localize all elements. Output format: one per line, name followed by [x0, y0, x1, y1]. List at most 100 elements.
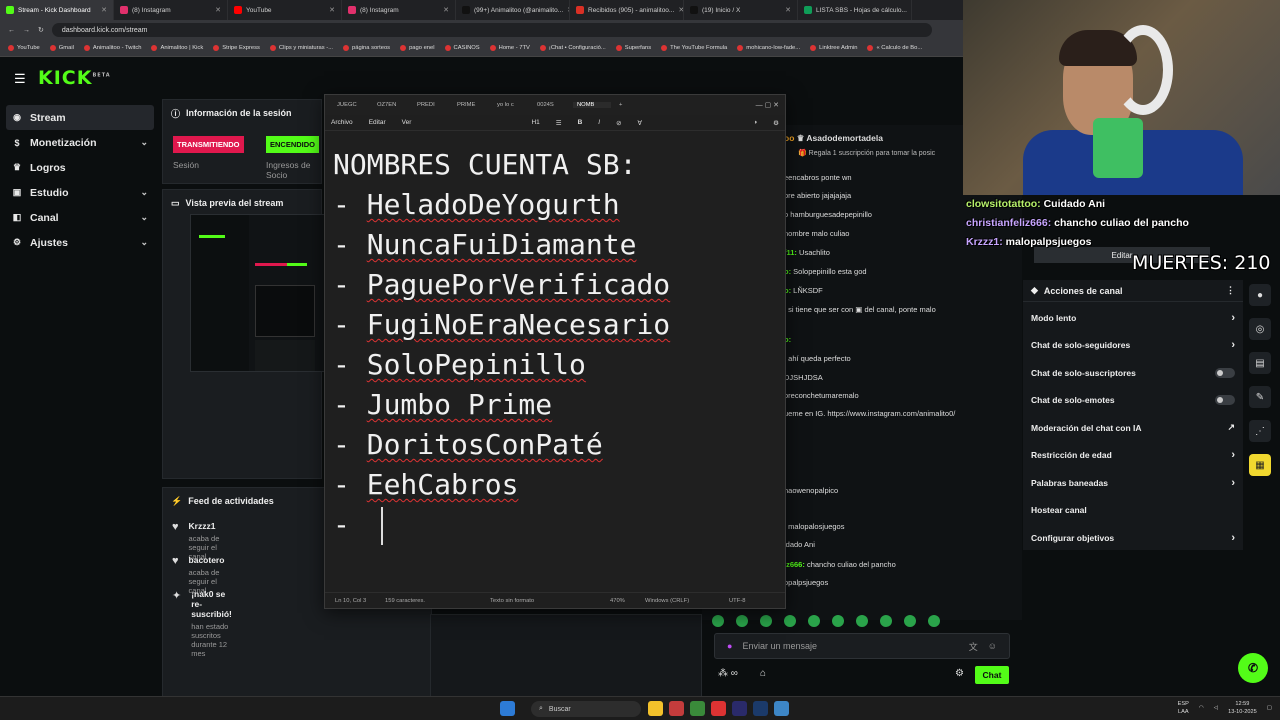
chat-extras-icon[interactable]: ⁂ ∞	[718, 668, 738, 679]
premiere-icon[interactable]	[732, 701, 747, 716]
bookmark-item[interactable]: Home - 7TV	[489, 45, 530, 51]
back-icon[interactable]: ←	[8, 27, 15, 34]
chat-username[interactable]: iz666:	[784, 560, 805, 569]
menu-ver[interactable]: Ver	[402, 119, 412, 126]
volume-icon[interactable]: ◁	[1214, 704, 1218, 712]
translate-icon[interactable]: 文	[969, 640, 978, 653]
chrome-icon[interactable]	[690, 701, 705, 716]
chevron-down-icon[interactable]: ⌄	[140, 237, 148, 248]
store-icon[interactable]: ⌂	[760, 668, 766, 679]
menu-editar[interactable]: Editar	[369, 119, 386, 126]
bookmark-item[interactable]: Gmail	[49, 45, 74, 51]
notepad-tab[interactable]: 0024S	[533, 102, 571, 108]
channel-action-row[interactable]: Moderación del chat con IA ↗	[1023, 414, 1243, 442]
chat-settings-icon[interactable]: ⚙	[955, 668, 964, 679]
bookmark-item[interactable]: Stripe Express	[213, 45, 260, 51]
bookmark-item[interactable]: Animalitoo - Twitch	[83, 45, 141, 51]
emote-icon[interactable]	[784, 615, 796, 627]
clapper-icon[interactable]: ▦	[1249, 454, 1271, 476]
external-link-icon[interactable]: ↗	[1227, 422, 1235, 433]
start-icon[interactable]	[500, 701, 515, 716]
taskbar-search[interactable]: ⌕ Buscar	[531, 701, 641, 717]
chevron-down-icon[interactable]: ⌄	[140, 137, 148, 148]
browser-tab[interactable]: (8) Instagram ✕	[342, 0, 456, 20]
channel-action-row[interactable]: Modo lento ›	[1023, 304, 1243, 332]
close-icon[interactable]: ✕	[101, 6, 107, 14]
close-icon[interactable]: ✕	[443, 6, 449, 14]
close-icon[interactable]: ✕	[785, 6, 791, 14]
bookmark-item[interactable]: YouTube	[8, 45, 40, 51]
close-icon[interactable]: ✕	[215, 6, 221, 14]
mic-icon[interactable]: ●	[727, 641, 732, 651]
channel-action-row[interactable]: Chat de solo-suscriptores	[1023, 359, 1243, 387]
close-icon[interactable]: ✕	[911, 6, 912, 14]
emoji-icon[interactable]: ☺	[988, 641, 997, 651]
forward-icon[interactable]: →	[23, 27, 30, 34]
notepad-tab[interactable]: PRIME	[453, 102, 491, 108]
chat-top-gifter[interactable]: oo ♛ Asadodemortadela	[784, 133, 883, 144]
toggle-switch[interactable]	[1215, 395, 1235, 406]
bold-icon[interactable]: B	[578, 119, 583, 126]
sidebar-item-canal[interactable]: ◧ Canal ⌄	[6, 205, 154, 230]
close-icon[interactable]: ✕	[329, 6, 335, 14]
bookmark-item[interactable]: página sorteos	[343, 45, 390, 51]
emote-icon[interactable]	[808, 615, 820, 627]
browser-tab[interactable]: Stream - Kick Dashboard ✕	[0, 0, 114, 20]
chat-send-button[interactable]: Chat	[975, 666, 1009, 684]
reload-icon[interactable]: ↻	[38, 26, 44, 34]
heading-dropdown[interactable]: H1	[531, 119, 539, 126]
new-tab-icon[interactable]: +	[619, 102, 622, 108]
chevron-right-icon[interactable]: ›	[1231, 339, 1235, 351]
chevron-right-icon[interactable]: ›	[1231, 312, 1235, 324]
capture-icon[interactable]	[711, 701, 726, 716]
clear-format-icon[interactable]: Ɐ	[638, 119, 642, 127]
help-fab[interactable]: ✆	[1238, 653, 1268, 683]
emote-icon[interactable]	[832, 615, 844, 627]
bookmark-item[interactable]: Animalitoo | Kick	[151, 45, 203, 51]
emote-icon[interactable]	[760, 615, 772, 627]
bookmark-item[interactable]: mohicano-low-fade...	[737, 45, 800, 51]
clock[interactable]: 12:59 13-10-2025	[1228, 700, 1257, 716]
menu-icon[interactable]: ☰	[14, 71, 26, 87]
emote-icon[interactable]	[880, 615, 892, 627]
kick-logo[interactable]: KICKBETA	[38, 67, 111, 89]
notepad-settings-icon[interactable]: ⚙	[773, 119, 779, 127]
sidebar-item-ajustes[interactable]: ⚙ Ajustes ⌄	[6, 230, 154, 255]
sidebar-item-logros[interactable]: ♛ Logros	[6, 155, 154, 180]
link-icon[interactable]: ⊘	[616, 119, 621, 127]
bookmark-item[interactable]: Linktree Admin	[810, 45, 857, 51]
gift-sub-prompt[interactable]: 🎁 Regala 1 suscripción para tomar la pos…	[798, 149, 935, 157]
language-indicator[interactable]: ESP LAA	[1178, 700, 1189, 716]
browser-tab[interactable]: LISTA SBS - Hojas de cálculo... ✕	[798, 0, 912, 20]
wifi-icon[interactable]: ◠	[1199, 704, 1204, 712]
photoshop-icon[interactable]	[753, 701, 768, 716]
more-icon[interactable]: ⋮	[1226, 285, 1235, 296]
chevron-right-icon[interactable]: ›	[1231, 449, 1235, 461]
emote-icon[interactable]	[904, 615, 916, 627]
list-icon[interactable]: ☰	[556, 119, 562, 127]
sidebar-item-monetización[interactable]: $ Monetización ⌄	[6, 130, 154, 155]
channel-action-row[interactable]: Chat de solo-seguidores ›	[1023, 332, 1243, 360]
chevron-right-icon[interactable]: ›	[1231, 477, 1235, 489]
explorer-icon[interactable]	[648, 701, 663, 716]
emote-icon[interactable]	[712, 615, 724, 627]
browser-tab[interactable]: YouTube ✕	[228, 0, 342, 20]
menu-archivo[interactable]: Archivo	[331, 119, 353, 126]
channel-action-row[interactable]: Configurar objetivos ›	[1023, 524, 1243, 552]
emote-icon[interactable]	[928, 615, 940, 627]
chevron-down-icon[interactable]: ⌄	[140, 187, 148, 198]
notepad-taskbar-icon[interactable]	[774, 701, 789, 716]
browser-tab[interactable]: (8) Instagram ✕	[114, 0, 228, 20]
url-input[interactable]: dashboard.kick.com/stream	[51, 23, 932, 37]
bookmark-item[interactable]: Clips y miniaturas -...	[269, 45, 333, 51]
bookmark-item[interactable]: Superfans	[615, 45, 651, 51]
app-icon[interactable]	[669, 701, 684, 716]
bookmark-item[interactable]: pago enel	[400, 45, 435, 51]
browser-tab[interactable]: (99+) Animalitoo (@animalito...✕	[456, 0, 570, 20]
copilot-icon[interactable]: ◑	[753, 119, 757, 126]
wrench-icon[interactable]: ✎	[1249, 386, 1271, 408]
sidebar-item-estudio[interactable]: ▣ Estudio ⌄	[6, 180, 154, 205]
notepad-tab[interactable]: PREDI	[413, 102, 451, 108]
chat-message-input[interactable]: ● Enviar un mensaje 文 ☺	[714, 633, 1010, 659]
share-icon[interactable]: ⋰	[1249, 420, 1271, 442]
